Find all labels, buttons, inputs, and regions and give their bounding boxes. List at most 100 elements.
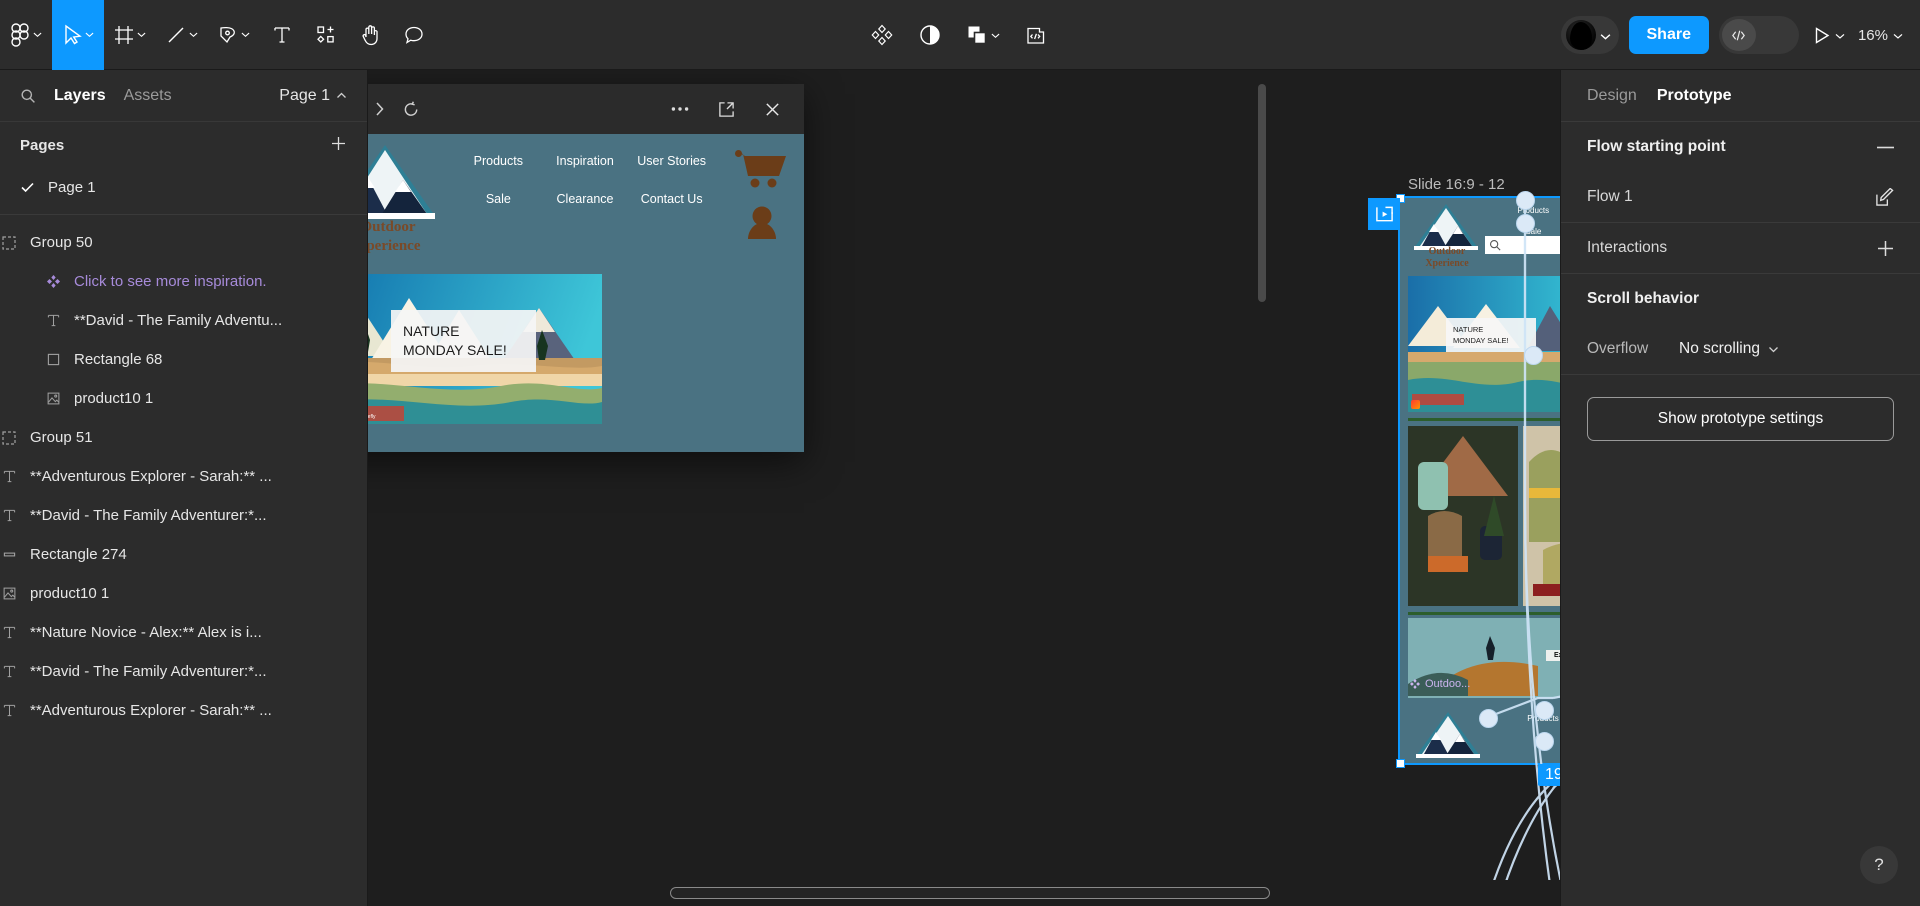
layer-row[interactable]: Group 51 [0, 418, 367, 457]
chevron-down-icon[interactable] [1835, 31, 1845, 40]
tab-layers[interactable]: Layers [54, 87, 106, 105]
firefly-watermark [1411, 400, 1420, 409]
figma-menu-icon[interactable] [0, 0, 52, 70]
explore-cta-pill[interactable]: Explore with Us! [1546, 650, 1560, 661]
text-tool-icon[interactable] [260, 0, 304, 70]
layer-row[interactable]: product10 1 [0, 574, 367, 613]
move-tool-icon[interactable] [52, 0, 104, 70]
artboard-search-input[interactable] [1485, 236, 1560, 254]
design-prototype-tabs: Design Prototype [1561, 70, 1920, 122]
forward-icon[interactable] [368, 93, 395, 125]
tab-design[interactable]: Design [1587, 87, 1637, 105]
more-icon[interactable] [664, 93, 696, 125]
layer-label: product10 1 [30, 585, 110, 602]
component-instance-label[interactable]: Outdoo... [1410, 678, 1470, 690]
layer-row[interactable]: Rectangle 274 [0, 535, 367, 574]
preview-hero-banner[interactable]: NATURE MONDAY SALE! Adobe Firefly [368, 274, 602, 424]
preview-cart-icon[interactable] [735, 150, 787, 190]
chevron-down-icon[interactable] [241, 30, 250, 39]
artboard-brand: Outdoor Xperience [1412, 246, 1482, 270]
layer-row[interactable]: product10 1 [0, 379, 367, 418]
product-card-1[interactable] [1408, 426, 1518, 606]
contrast-icon[interactable] [908, 0, 952, 70]
canvas-horizontal-scrollbar-thumb[interactable] [670, 887, 1270, 899]
chevron-down-icon[interactable] [991, 31, 1000, 40]
prototype-hotspot-footer-sale[interactable] [1535, 732, 1554, 751]
prototype-hotspot-hero[interactable] [1524, 346, 1543, 365]
add-page-icon[interactable] [330, 135, 347, 156]
frame-tool-icon[interactable] [104, 0, 156, 70]
canvas-horizontal-scrollbar-track [368, 880, 1560, 906]
layer-row[interactable]: **David - The Family Adventu... [0, 301, 367, 340]
preview-user-account-icon[interactable] [747, 206, 777, 240]
layer-row[interactable]: Rectangle 68 [0, 340, 367, 379]
preview-nav-contact-us[interactable]: Contact Us [628, 192, 715, 206]
page-row-page-1[interactable]: Page 1 [0, 168, 367, 206]
close-icon[interactable] [756, 93, 788, 125]
tab-assets[interactable]: Assets [124, 87, 172, 105]
dev-mode-toggle[interactable] [1718, 16, 1799, 54]
comment-tool-icon[interactable] [392, 0, 436, 70]
frame-label[interactable]: Slide 16:9 - 12 [1408, 176, 1505, 193]
preview-nav-clearance[interactable]: Clearance [542, 192, 629, 206]
share-button[interactable]: Share [1628, 16, 1709, 54]
chevron-down-icon[interactable] [1893, 31, 1903, 40]
layer-row[interactable]: **Adventurous Explorer - Sarah:** ... [0, 457, 367, 496]
flow-row[interactable]: Flow 1 [1587, 172, 1894, 222]
show-prototype-settings-button[interactable]: Show prototype settings [1587, 397, 1894, 441]
layer-row[interactable]: Group 50 [0, 223, 367, 262]
interactions-section: Interactions [1561, 223, 1920, 274]
preview-nav-sale[interactable]: Sale [455, 192, 542, 206]
zoom-control[interactable]: 16% [1858, 27, 1906, 44]
product-card-2[interactable] [1523, 426, 1560, 606]
components-tool-icon[interactable] [304, 0, 348, 70]
artboard-hero-banner[interactable]: NATURE MONDAY SALE! [1408, 276, 1560, 412]
search-icon [1489, 239, 1501, 251]
preview-window-content[interactable]: Outdoor Xperience Products Inspiration U… [368, 134, 804, 452]
preview-nav-user-stories[interactable]: User Stories [628, 154, 715, 168]
shape-tool-icon[interactable] [156, 0, 208, 70]
layer-row[interactable]: Click to see more inspiration. [0, 262, 367, 301]
help-button[interactable]: ? [1860, 846, 1898, 884]
prototype-hotspot-products[interactable] [1516, 191, 1535, 210]
chevron-down-icon[interactable] [33, 30, 42, 39]
selection-handle-bl[interactable] [1396, 759, 1405, 768]
prototype-hotspot-footer-products[interactable] [1535, 701, 1554, 720]
layer-row[interactable]: **Nature Novice - Alex:** Alex is i... [0, 613, 367, 652]
layer-row[interactable]: **David - The Family Adventurer:*... [0, 652, 367, 691]
hand-tool-icon[interactable] [348, 0, 392, 70]
restart-icon[interactable] [395, 93, 427, 125]
edit-flow-icon[interactable] [1875, 187, 1894, 207]
boolean-icon[interactable] [956, 0, 1010, 70]
chevron-down-icon[interactable] [1600, 31, 1610, 40]
search-icon[interactable] [20, 88, 36, 104]
artboard-slide-16-9-12[interactable]: Outdoor Xperience Products Inspiration U… [1398, 196, 1560, 765]
tab-prototype[interactable]: Prototype [1657, 87, 1732, 105]
remove-flow-icon[interactable] [1877, 146, 1894, 149]
pen-tool-icon[interactable] [208, 0, 260, 70]
layer-row[interactable]: **Adventurous Explorer - Sarah:** ... [0, 691, 367, 730]
canvas-area[interactable]: Slide 16:9 - 12 Outdoor Xperience Produc… [368, 70, 1560, 906]
prototype-preview-window[interactable]: Outdoor Xperience Products Inspiration U… [368, 84, 804, 452]
chevron-down-icon[interactable] [85, 30, 94, 39]
prototype-hotspot-sale[interactable] [1516, 214, 1535, 233]
chevron-down-icon[interactable] [137, 30, 146, 39]
prototype-hotspot-footer-logo[interactable] [1479, 709, 1498, 728]
flow-starting-point-badge[interactable] [1368, 198, 1400, 230]
artboard-product-grid[interactable] [1408, 426, 1560, 606]
layer-row[interactable]: **David - The Family Adventurer:*... [0, 496, 367, 535]
present-button[interactable] [1809, 26, 1848, 45]
layers-list[interactable]: Group 50 Click to see more inspiration. **… [0, 215, 367, 906]
preview-nav-row-2: Sale Clearance Contact Us [455, 192, 715, 206]
preview-nav-inspiration[interactable]: Inspiration [542, 154, 629, 168]
dev-code-icon[interactable] [1014, 0, 1058, 70]
actions-icon[interactable] [860, 0, 904, 70]
external-link-icon[interactable] [710, 93, 742, 125]
page-selector[interactable]: Page 1 [279, 87, 347, 105]
preview-nav-products[interactable]: Products [455, 154, 542, 168]
overflow-select[interactable]: No scrolling [1679, 340, 1779, 358]
avatar[interactable] [1560, 16, 1619, 54]
chevron-down-icon[interactable] [189, 30, 198, 39]
canvas-vertical-scrollbar[interactable] [1258, 84, 1266, 302]
add-interaction-icon[interactable] [1877, 240, 1894, 257]
